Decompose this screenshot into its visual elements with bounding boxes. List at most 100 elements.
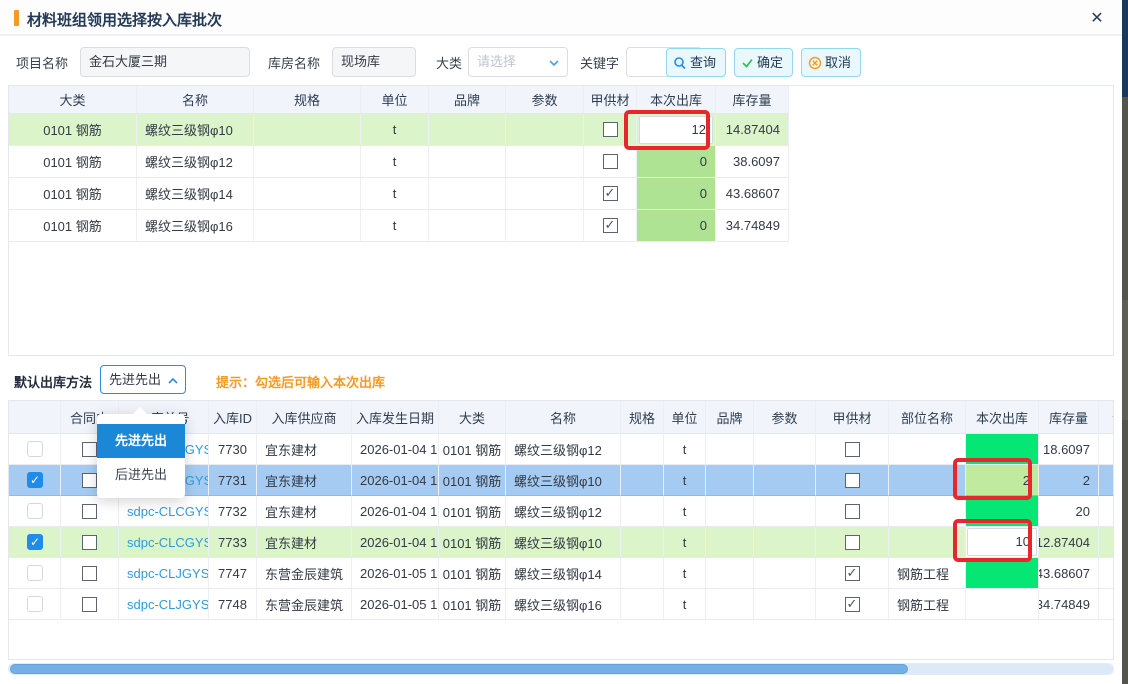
stock-cell: 34.74849 <box>716 210 789 242</box>
param-cell <box>754 527 816 558</box>
row-select-checkbox[interactable] <box>27 503 43 519</box>
page-background-mid <box>1122 300 1128 420</box>
row-select-checkbox[interactable] <box>27 596 43 612</box>
spec-cell <box>621 434 664 465</box>
tax-cell <box>1099 496 1114 527</box>
owner-supplied-checkbox[interactable] <box>603 122 618 137</box>
owner-supplied-checkbox[interactable] <box>603 218 618 233</box>
row-select-checkbox[interactable] <box>27 441 43 457</box>
contract-checkbox[interactable] <box>82 597 97 612</box>
contract-checkbox[interactable] <box>82 442 97 457</box>
col-header: 甲供材 <box>584 86 637 114</box>
unit-cell: t <box>664 558 706 589</box>
param-cell <box>754 465 816 496</box>
spec-cell <box>254 210 361 242</box>
scrollbar-thumb[interactable] <box>10 664 908 674</box>
owner-supplied-cell <box>816 589 889 620</box>
contract-checkbox[interactable] <box>82 473 97 488</box>
table-row[interactable]: sdpc-CLJGYSD2 7747 东营金辰建筑 2026-01-05 1 0… <box>9 558 1114 589</box>
outbound-qty-cell[interactable]: 0 <box>637 210 716 242</box>
filter-bar: 项目名称 金石大厦三期 库房名称 现场库 大类 请选择 关键字 查询 确定 取消 <box>0 44 1122 82</box>
query-button[interactable]: 查询 <box>666 48 726 77</box>
cancel-button[interactable]: 取消 <box>801 48 861 77</box>
order-no-link[interactable]: sdpc-CLJGYSD2 <box>119 589 209 620</box>
outbound-qty-cell[interactable] <box>966 496 1039 527</box>
close-icon[interactable]: ✕ <box>1086 8 1108 30</box>
warehouse-name-input[interactable]: 现场库 <box>332 47 416 77</box>
stock-id-cell: 7747 <box>209 558 257 589</box>
owner-supplied-checkbox[interactable] <box>845 535 860 550</box>
table-row[interactable]: sdpc-CLCGYSD2 7733 宜东建材 2026-01-04 1 010… <box>9 527 1114 558</box>
param-cell <box>506 146 584 178</box>
order-no-link[interactable]: sdpc-CLJGYSD2 <box>119 558 209 589</box>
row-select-checkbox[interactable] <box>27 534 43 550</box>
horizontal-scrollbar[interactable] <box>8 663 1114 675</box>
chevron-down-icon <box>549 58 559 68</box>
contract-cell <box>61 496 119 527</box>
hint-text: 提示：勾选后可输入本次出库 <box>216 372 385 391</box>
contract-checkbox[interactable] <box>82 535 97 550</box>
contract-cell <box>61 527 119 558</box>
select-cell <box>9 558 61 589</box>
owner-supplied-checkbox[interactable] <box>845 473 860 488</box>
owner-supplied-checkbox[interactable] <box>845 597 860 612</box>
outbound-qty-cell[interactable] <box>966 434 1039 465</box>
col-header: 大类 <box>9 86 137 114</box>
table-row[interactable]: sdpc-CLCGYSD2 7732 宜东建材 2026-01-04 1 010… <box>9 496 1114 527</box>
name-cell: 螺纹三级钢φ10 <box>506 465 621 496</box>
stock-cell: 2 <box>1039 465 1099 496</box>
outbound-qty-cell[interactable]: 0 <box>637 146 716 178</box>
col-header: 名称 <box>137 86 254 114</box>
outbound-qty-input[interactable]: 10 <box>967 528 1037 556</box>
project-name-input[interactable]: 金石大厦三期 <box>80 47 250 77</box>
table-row[interactable]: 0101 钢筋 螺纹三级钢φ12 t 0 38.6097 <box>9 146 789 178</box>
part-cell <box>889 527 966 558</box>
confirm-button[interactable]: 确定 <box>734 48 793 77</box>
owner-supplied-cell <box>584 210 637 242</box>
contract-checkbox[interactable] <box>82 504 97 519</box>
category-cell: 0101 钢筋 <box>439 496 506 527</box>
brand-cell <box>429 146 506 178</box>
unit-cell: t <box>361 210 429 242</box>
default-method-select[interactable]: 先进先出 <box>100 365 186 394</box>
param-cell <box>754 558 816 589</box>
spec-cell <box>621 496 664 527</box>
tax-cell <box>1099 527 1114 558</box>
outbound-qty-cell[interactable] <box>966 558 1039 589</box>
spec-cell <box>254 178 361 210</box>
table-row[interactable]: 0101 钢筋 螺纹三级钢φ10 t 12 14.87404 <box>9 114 789 146</box>
owner-supplied-checkbox[interactable] <box>603 186 618 201</box>
owner-supplied-checkbox[interactable] <box>845 504 860 519</box>
order-no-link[interactable]: sdpc-CLCGYSD2 <box>119 496 209 527</box>
outbound-qty-input[interactable]: 12 <box>639 116 713 144</box>
table-row[interactable]: 0101 钢筋 螺纹三级钢φ16 t 0 34.74849 <box>9 210 789 242</box>
contract-checkbox[interactable] <box>82 566 97 581</box>
category-select[interactable]: 请选择 <box>468 47 568 77</box>
dropdown-option-lifo[interactable]: 后进先出 <box>97 458 185 492</box>
table-row[interactable]: 0101 钢筋 螺纹三级钢φ14 t 0 43.68607 <box>9 178 789 210</box>
owner-supplied-checkbox[interactable] <box>603 154 618 169</box>
outbound-qty-cell[interactable] <box>966 589 1039 620</box>
row-select-checkbox[interactable] <box>27 472 43 488</box>
stock-cell: 18.6097 <box>1039 434 1099 465</box>
outbound-qty-cell[interactable]: 2 <box>966 465 1039 496</box>
supplier-cell: 东营金辰建筑 <box>257 558 352 589</box>
col-header: 入库供应商 <box>257 401 352 434</box>
unit-cell: t <box>361 146 429 178</box>
method-dropdown-popup: 先进先出 后进先出 <box>97 414 185 498</box>
col-header: 甲供材 <box>816 401 889 434</box>
col-header: 本次出库 <box>966 401 1039 434</box>
table-row[interactable]: sdpc-CLJGYSD2 7748 东营金辰建筑 2026-01-05 1 0… <box>9 589 1114 620</box>
category-label: 大类 <box>436 53 462 72</box>
stock-cell: 14.87404 <box>716 114 789 146</box>
row-select-checkbox[interactable] <box>27 565 43 581</box>
owner-supplied-checkbox[interactable] <box>845 442 860 457</box>
param-cell <box>754 589 816 620</box>
dropdown-option-fifo[interactable]: 先进先出 <box>97 424 185 458</box>
brand-cell <box>706 496 754 527</box>
date-cell: 2026-01-04 1 <box>352 465 439 496</box>
outbound-qty-cell[interactable]: 0 <box>637 178 716 210</box>
order-no-link[interactable]: sdpc-CLCGYSD2 <box>119 527 209 558</box>
owner-supplied-checkbox[interactable] <box>845 566 860 581</box>
page-background-strip <box>1122 0 1128 684</box>
